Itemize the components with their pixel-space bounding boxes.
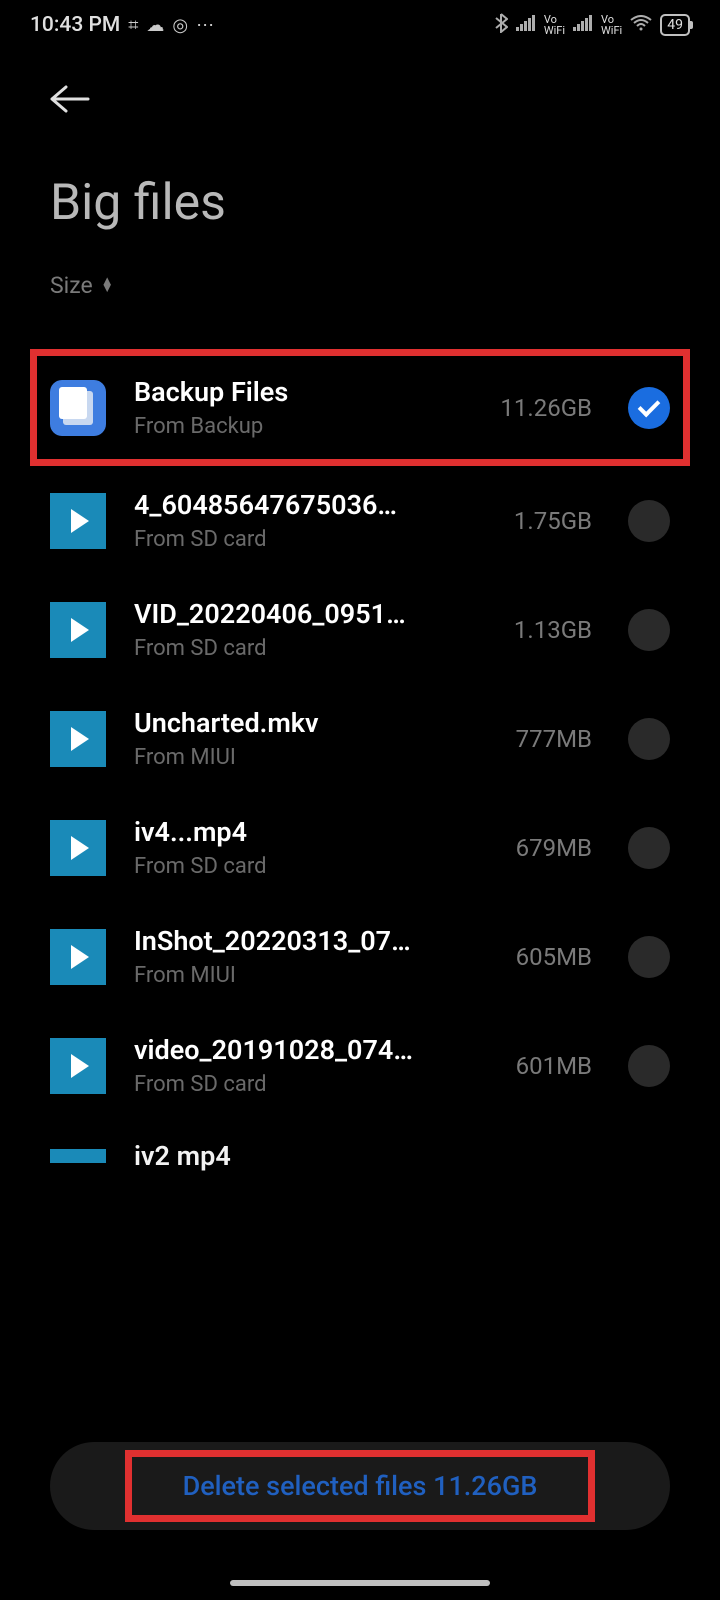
file-size: 777MB bbox=[516, 725, 592, 753]
video-file-icon bbox=[50, 1149, 106, 1163]
file-name: Uncharted.mkv bbox=[134, 707, 488, 739]
file-checkbox[interactable] bbox=[628, 500, 670, 542]
sort-arrows-icon: ▲▼ bbox=[101, 279, 114, 292]
video-file-icon bbox=[50, 1038, 106, 1094]
backup-file-icon bbox=[50, 380, 106, 436]
file-checkbox[interactable] bbox=[628, 936, 670, 978]
highlight-annotation bbox=[125, 1450, 595, 1522]
file-name: VID_20220406_0951… bbox=[134, 598, 486, 630]
battery-icon: 49 bbox=[660, 14, 690, 36]
checkmark-icon bbox=[638, 394, 661, 417]
file-item[interactable]: iv4...mp4 From SD card 679MB bbox=[40, 793, 680, 902]
status-left: 10:43 PM ⌗ ☁ ◎ ⋯ bbox=[30, 13, 216, 37]
back-button[interactable] bbox=[50, 80, 90, 124]
instagram-icon: ◎ bbox=[172, 15, 188, 36]
file-size: 605MB bbox=[516, 943, 592, 971]
status-time: 10:43 PM bbox=[30, 13, 120, 37]
play-icon bbox=[71, 945, 89, 969]
play-icon bbox=[71, 727, 89, 751]
play-icon bbox=[71, 1054, 89, 1078]
video-file-icon bbox=[50, 820, 106, 876]
battery-level: 49 bbox=[667, 17, 683, 33]
cloud-icon: ☁ bbox=[146, 15, 164, 36]
file-list: Backup Files From Backup 11.26GB 4_60485… bbox=[0, 349, 720, 1172]
file-source: From SD card bbox=[134, 527, 486, 552]
status-bar: 10:43 PM ⌗ ☁ ◎ ⋯ VoWiFi VoWiFi 49 bbox=[0, 0, 720, 50]
file-source: From Backup bbox=[134, 414, 472, 439]
file-name: Backup Files bbox=[134, 376, 472, 408]
play-icon bbox=[71, 618, 89, 642]
file-item-backup[interactable]: Backup Files From Backup 11.26GB bbox=[30, 349, 690, 466]
file-size: 11.26GB bbox=[500, 394, 592, 422]
page-title: Big files bbox=[50, 174, 670, 232]
file-size: 1.13GB bbox=[514, 616, 592, 644]
file-name: InShot_20220313_07… bbox=[134, 925, 488, 957]
file-info: VID_20220406_0951… From SD card bbox=[134, 598, 486, 661]
file-checkbox[interactable] bbox=[628, 718, 670, 760]
file-checkbox[interactable] bbox=[628, 609, 670, 651]
file-info: iv4...mp4 From SD card bbox=[134, 816, 488, 879]
signal-icon-2 bbox=[573, 15, 593, 36]
file-size: 601MB bbox=[516, 1052, 592, 1080]
play-icon bbox=[71, 836, 89, 860]
sort-label: Size bbox=[50, 272, 93, 299]
file-item[interactable]: InShot_20220313_07… From MIUI 605MB bbox=[40, 902, 680, 1011]
file-info: Backup Files From Backup bbox=[134, 376, 472, 439]
vowifi-label-1: VoWiFi bbox=[544, 14, 565, 36]
file-checkbox[interactable] bbox=[628, 387, 670, 429]
file-item[interactable]: video_20191028_074… From SD card 601MB bbox=[40, 1011, 680, 1120]
file-name: iv4...mp4 bbox=[134, 816, 488, 848]
file-name: video_20191028_074… bbox=[134, 1034, 488, 1066]
file-source: From MIUI bbox=[134, 963, 488, 988]
file-info: 4_60485647675036… From SD card bbox=[134, 489, 486, 552]
file-source: From MIUI bbox=[134, 745, 488, 770]
status-right: VoWiFi VoWiFi 49 bbox=[494, 13, 690, 38]
file-info: Uncharted.mkv From MIUI bbox=[134, 707, 488, 770]
file-source: From SD card bbox=[134, 1072, 488, 1097]
video-file-icon bbox=[50, 602, 106, 658]
file-name: iv2 mp4 bbox=[134, 1140, 231, 1172]
slack-icon: ⌗ bbox=[128, 15, 138, 36]
file-source: From SD card bbox=[134, 636, 486, 661]
file-info: video_20191028_074… From SD card bbox=[134, 1034, 488, 1097]
vowifi-label-2: VoWiFi bbox=[601, 14, 622, 36]
file-size: 1.75GB bbox=[514, 507, 592, 535]
home-indicator[interactable] bbox=[230, 1580, 490, 1586]
video-file-icon bbox=[50, 929, 106, 985]
more-icon: ⋯ bbox=[196, 15, 216, 36]
video-file-icon bbox=[50, 711, 106, 767]
file-item-partial[interactable]: iv2 mp4 bbox=[40, 1120, 680, 1172]
signal-icon-1 bbox=[516, 15, 536, 36]
play-icon bbox=[71, 509, 89, 533]
bluetooth-icon bbox=[494, 13, 508, 38]
wifi-icon bbox=[630, 15, 652, 36]
file-checkbox[interactable] bbox=[628, 827, 670, 869]
file-item[interactable]: Uncharted.mkv From MIUI 777MB bbox=[40, 684, 680, 793]
file-source: From SD card bbox=[134, 854, 488, 879]
file-name: 4_60485647675036… bbox=[134, 489, 486, 521]
file-size: 679MB bbox=[516, 834, 592, 862]
bottom-action-bar: Delete selected files 11.26GB bbox=[50, 1442, 670, 1530]
file-item[interactable]: VID_20220406_0951… From SD card 1.13GB bbox=[40, 575, 680, 684]
header: Big files Size ▲▼ bbox=[0, 50, 720, 319]
file-info: InShot_20220313_07… From MIUI bbox=[134, 925, 488, 988]
delete-button[interactable]: Delete selected files 11.26GB bbox=[50, 1442, 670, 1530]
sort-control[interactable]: Size ▲▼ bbox=[50, 272, 670, 299]
video-file-icon bbox=[50, 493, 106, 549]
file-item[interactable]: 4_60485647675036… From SD card 1.75GB bbox=[40, 466, 680, 575]
file-checkbox[interactable] bbox=[628, 1045, 670, 1087]
